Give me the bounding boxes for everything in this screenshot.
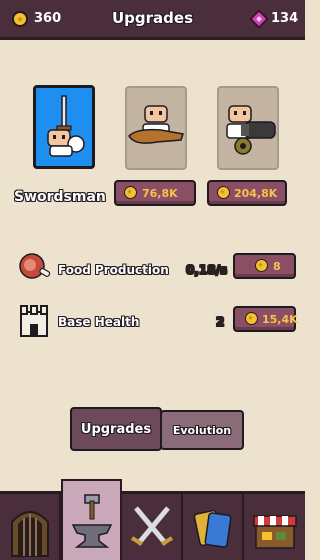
unlock-price: 204,8K [234,187,278,200]
upgrade-price: 15,4K [262,313,298,326]
castle-tower-icon [20,305,48,337]
upgrade-price: 8 [273,260,281,273]
unit-card-club-warrior[interactable] [125,86,187,170]
gate-icon [11,511,49,557]
stat-label-health: Base Health [58,315,140,329]
unlock-cannon-gunner-button[interactable]: 204,8K [207,180,287,206]
unit-card-cannon-gunner[interactable] [217,86,279,170]
tab-evolution[interactable]: Evolution [160,410,244,450]
coin-icon [245,312,258,325]
bottom-nav [0,479,305,560]
unlock-price: 76,8K [142,187,178,200]
gem-count: 134 [271,11,299,26]
tab-upgrades-label: Upgrades [80,421,152,437]
swordsman-icon [47,95,85,157]
nav-upgrades[interactable] [61,479,122,560]
stat-value-food: 0,18/s [186,263,228,277]
nav-shop[interactable] [244,494,305,560]
upgrade-food-button[interactable]: 8 [233,253,296,279]
nav-cards[interactable] [183,494,244,560]
tab-evolution-label: Evolution [172,423,232,437]
anvil-hammer-icon [71,494,113,548]
cannon-gunner-icon [226,105,276,155]
top-bar: 360 Upgrades 134 [0,0,305,40]
cards-icon [193,509,232,548]
stat-label-food: Food Production [58,263,169,277]
shop-icon [253,515,297,549]
meat-icon [19,253,51,279]
coin-icon [124,186,137,199]
coin-icon [217,186,230,199]
unlock-club-warrior-button[interactable]: 76,8K [114,180,196,206]
tab-upgrades[interactable]: Upgrades [70,407,162,451]
crossed-swords-icon [130,506,174,546]
club-warrior-icon [128,105,184,144]
selected-unit-name: Swordsman [14,189,106,205]
coin-icon [255,259,268,272]
upgrade-health-button[interactable]: 15,4K [233,306,298,332]
nav-battle[interactable] [122,494,183,560]
unit-card-swordsman[interactable] [33,85,95,169]
stat-value-health: 2 [216,315,225,329]
nav-gate[interactable] [0,494,61,560]
tab-group: Upgrades Evolution [70,407,244,451]
